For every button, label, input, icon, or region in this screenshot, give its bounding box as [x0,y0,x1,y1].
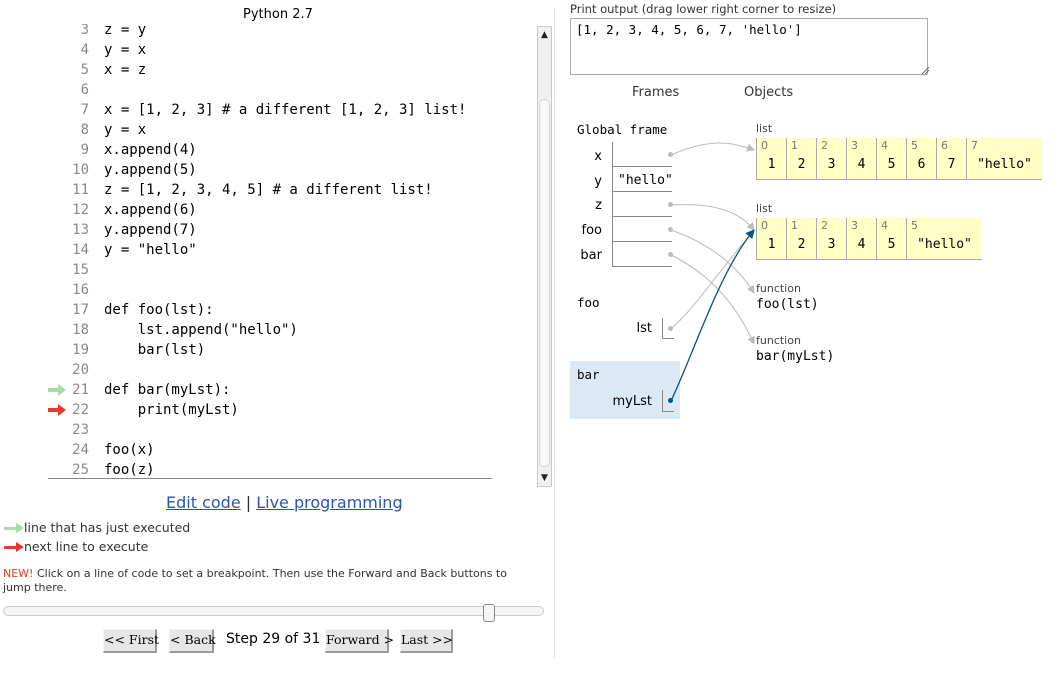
arrow-x-to-list1 [670,142,755,156]
arrow-z-to-list2 [670,204,755,231]
arrow-lst-to-list2 [670,230,755,330]
arrow-mylst-to-list2 [670,229,755,402]
pointer-arrows [670,142,755,402]
arrow-bar-to-func [670,254,755,345]
